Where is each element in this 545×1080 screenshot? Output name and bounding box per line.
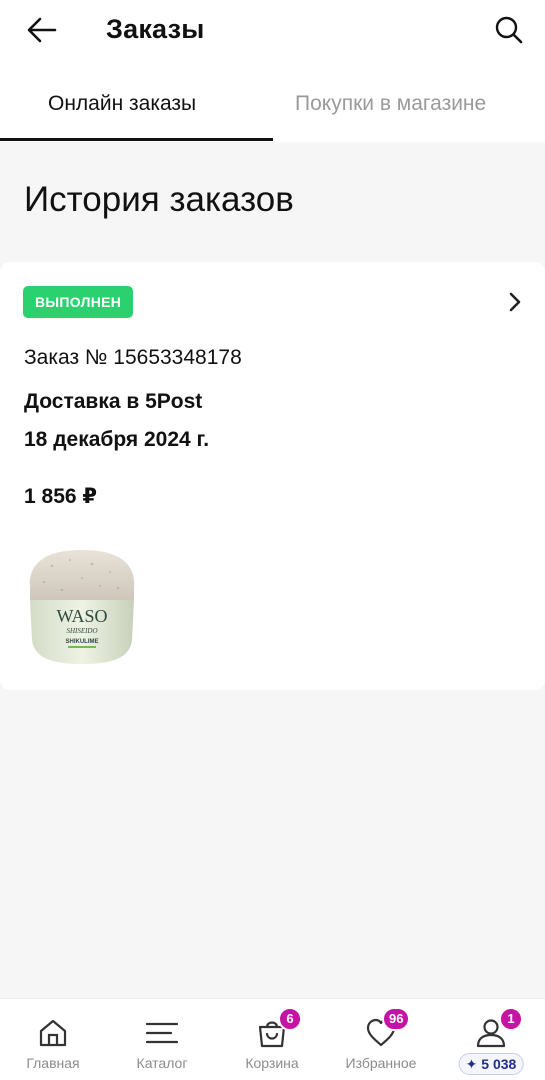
status-badge: ВЫПОЛНЕН xyxy=(23,286,134,318)
svg-text:SHIKULIME: SHIKULIME xyxy=(66,639,99,645)
favorites-count-badge: 96 xyxy=(382,1007,411,1031)
arrow-left-icon xyxy=(27,17,57,43)
bottom-navigation: Главная Каталог 6 Корзина 96 Избранное 1… xyxy=(0,998,545,1080)
order-total: 1 856 ₽ xyxy=(24,485,97,508)
bonus-points-badge: ✦ 5 038 xyxy=(458,1053,524,1075)
back-button[interactable] xyxy=(24,12,60,48)
cart-count-badge: 6 xyxy=(278,1007,302,1031)
nav-label: Каталог xyxy=(136,1055,188,1071)
search-icon xyxy=(495,16,523,44)
order-number: Заказ № 15653348178 xyxy=(24,346,242,369)
tab-online-orders[interactable]: Онлайн заказы xyxy=(48,92,196,116)
svg-text:SHISEIDO: SHISEIDO xyxy=(66,627,97,635)
order-history-heading: История заказов xyxy=(24,180,294,219)
nav-catalog[interactable]: Каталог xyxy=(112,1011,212,1077)
chevron-right-icon xyxy=(503,288,527,316)
top-app-bar: Заказы xyxy=(0,0,545,62)
orders-screen: Заказы Онлайн заказы Покупки в магазине … xyxy=(0,0,545,1080)
orders-tabs: Онлайн заказы Покупки в магазине xyxy=(0,62,545,142)
page-title: Заказы xyxy=(106,14,205,44)
nav-cart[interactable]: 6 Корзина xyxy=(222,1007,322,1077)
menu-icon xyxy=(142,1013,182,1053)
nav-label: Главная xyxy=(26,1055,80,1071)
order-date: 18 декабря 2024 г. xyxy=(24,428,210,451)
profile-notification-badge: 1 xyxy=(499,1007,523,1031)
nav-home[interactable]: Главная xyxy=(3,1011,103,1077)
order-card[interactable]: ВЫПОЛНЕН Заказ № 15653348178 Доставка в … xyxy=(0,262,545,690)
tab-store-purchases[interactable]: Покупки в магазине xyxy=(295,92,486,116)
nav-label: Избранное xyxy=(345,1055,417,1071)
svg-text:WASO: WASO xyxy=(56,606,107,626)
search-button[interactable] xyxy=(491,12,527,48)
active-tab-indicator xyxy=(0,138,273,141)
nav-profile[interactable]: 1 ✦ 5 038 xyxy=(441,1007,541,1077)
nav-label: Корзина xyxy=(245,1055,299,1071)
home-icon xyxy=(33,1013,73,1053)
product-image: WASO SHISEIDO SHIKULIME xyxy=(22,544,142,668)
delivery-method: Доставка в 5Post xyxy=(24,390,203,413)
nav-favorites[interactable]: 96 Избранное xyxy=(331,1007,431,1077)
